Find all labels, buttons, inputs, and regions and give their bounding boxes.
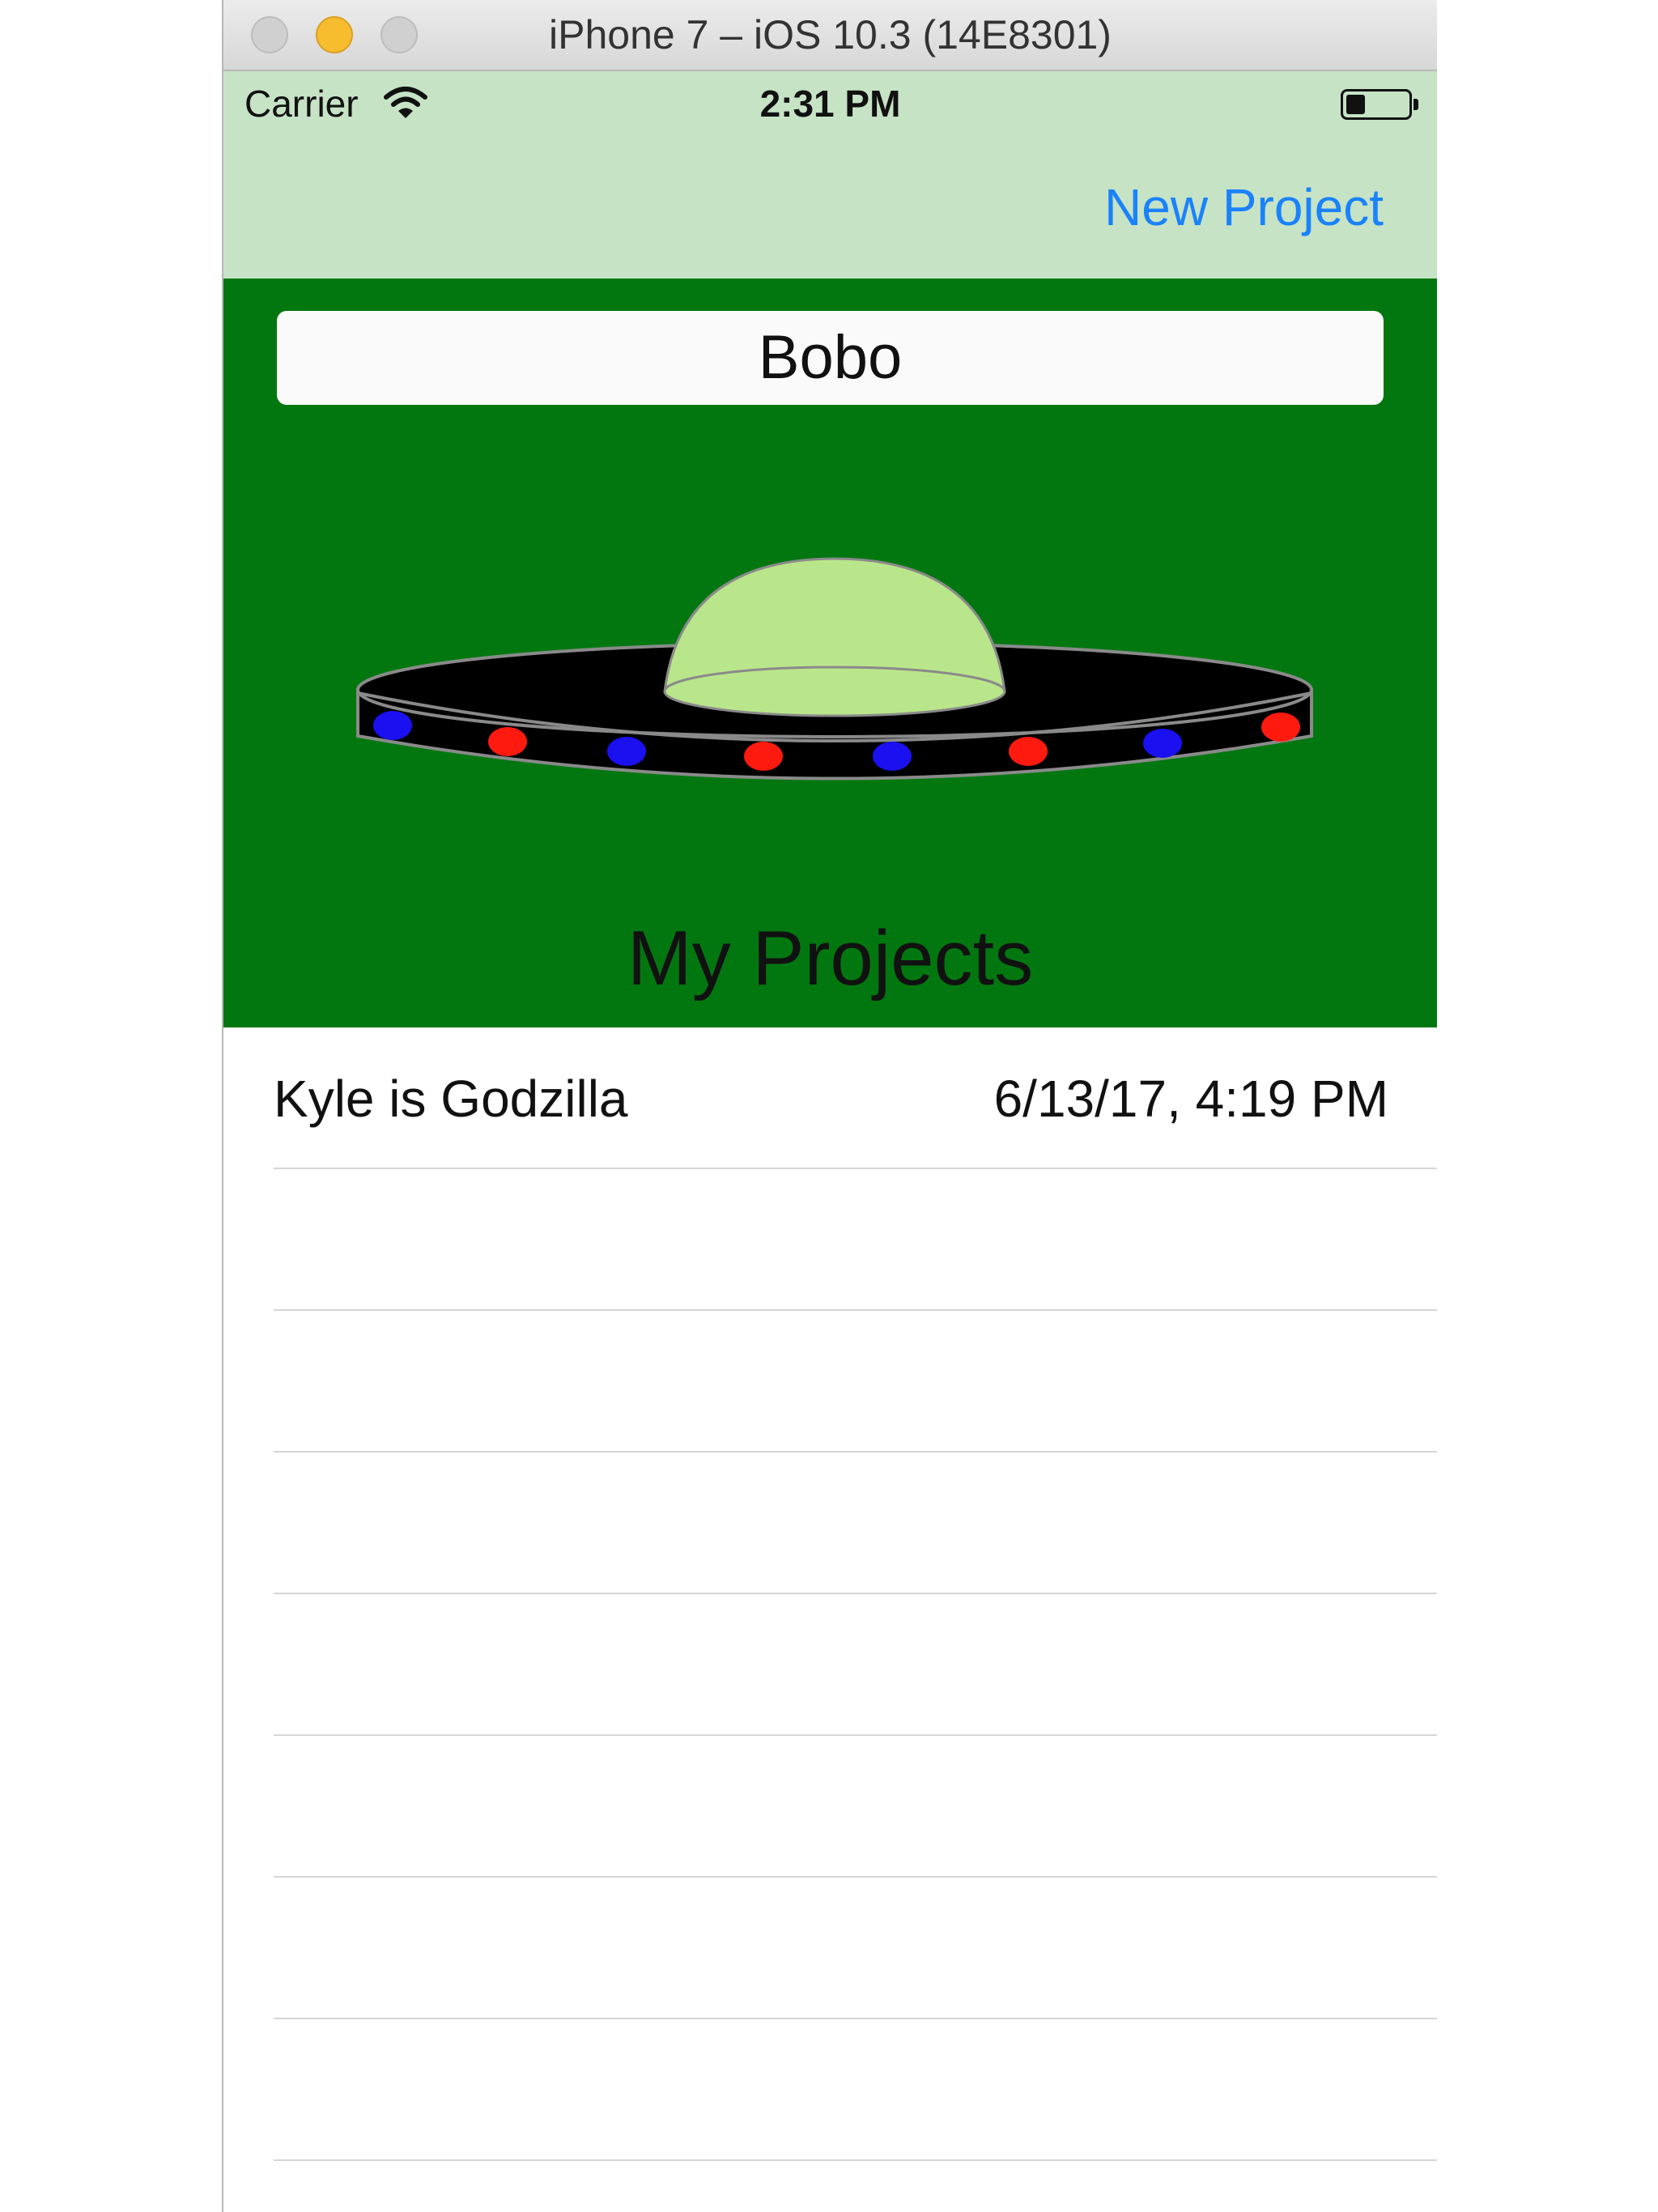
project-header: My Projects	[223, 279, 1437, 1027]
navigation-bar: Carrier 2:31 PM New Project	[223, 71, 1437, 279]
table-row[interactable]	[223, 1736, 1437, 1878]
table-row[interactable]	[223, 1311, 1437, 1453]
table-row[interactable]	[223, 2019, 1437, 2161]
window-title: iPhone 7 – iOS 10.3 (14E8301)	[549, 12, 1112, 57]
battery-terminal	[1414, 99, 1418, 110]
project-title: Kyle is Godzilla	[274, 1070, 628, 1128]
projects-list: Kyle is Godzilla 6/13/17, 4:19 PM	[223, 1027, 1437, 2161]
battery-level	[1346, 95, 1365, 114]
section-heading: My Projects	[627, 915, 1034, 1002]
table-row[interactable]	[223, 1878, 1437, 2019]
table-row[interactable]	[223, 1594, 1437, 1736]
window-titlebar[interactable]: iPhone 7 – iOS 10.3 (14E8301)	[223, 0, 1437, 71]
ufo-icon	[356, 557, 1313, 781]
simulator-window: iPhone 7 – iOS 10.3 (14E8301) Carrier 2:…	[223, 0, 1437, 2212]
table-row[interactable]: Kyle is Godzilla 6/13/17, 4:19 PM	[223, 1027, 1437, 1169]
name-field[interactable]	[277, 311, 1384, 405]
battery-icon	[1341, 89, 1412, 120]
status-time: 2:31 PM	[759, 83, 901, 125]
new-project-button[interactable]: New Project	[1104, 177, 1384, 238]
project-date: 6/13/17, 4:19 PM	[993, 1070, 1388, 1128]
table-row[interactable]	[223, 1169, 1437, 1311]
table-row[interactable]	[223, 1453, 1437, 1594]
